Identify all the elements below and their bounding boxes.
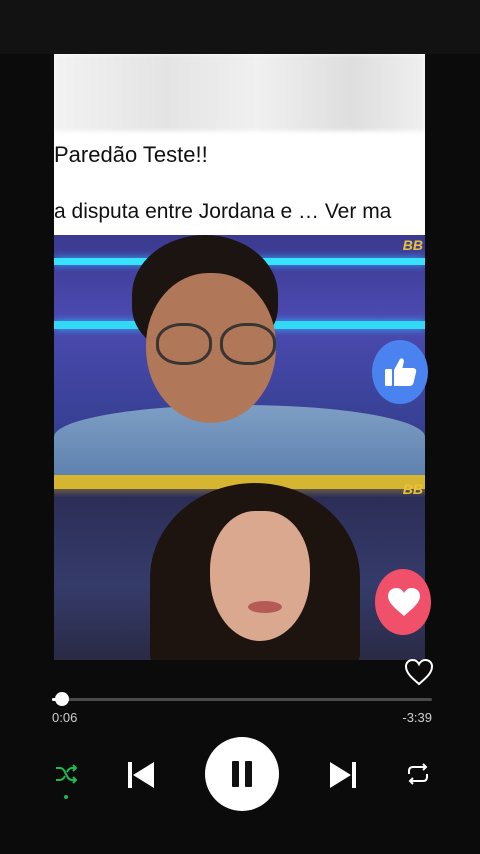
like-reaction-button[interactable] (372, 340, 428, 404)
denim-jacket (54, 405, 425, 475)
elapsed-time: 0:06 (52, 710, 78, 725)
next-track-icon[interactable] (328, 760, 358, 790)
previous-track-icon[interactable] (126, 760, 156, 790)
thumbs-up-icon (385, 358, 417, 386)
face (210, 511, 310, 641)
pause-icon (232, 761, 252, 787)
blurred-header (54, 54, 425, 131)
status-bar (0, 0, 480, 54)
remaining-time: -3:39 (402, 710, 432, 725)
repeat-icon[interactable] (405, 762, 431, 786)
show-logo: BB (402, 481, 423, 497)
lips (248, 601, 282, 613)
contestant-photo-top: BB (54, 235, 425, 475)
contestant-photo-bottom: BB (54, 475, 425, 660)
post-description[interactable]: a disputa entre Jordana e … Ver ma (54, 200, 391, 224)
heart-icon (388, 588, 420, 616)
progress-thumb[interactable] (55, 692, 70, 706)
pause-button[interactable] (205, 737, 279, 811)
show-logo: BB (402, 237, 423, 253)
progress-bar[interactable] (52, 692, 432, 706)
like-song-heart-icon[interactable] (404, 658, 434, 686)
shuffle-active-dot (64, 795, 68, 799)
love-reaction-button[interactable] (375, 569, 431, 635)
shuffle-icon[interactable] (54, 762, 78, 786)
glasses (156, 323, 276, 365)
post-description-text: a disputa entre Jordana e … Ver ma (54, 200, 392, 223)
post-title: Paredão Teste!! (54, 142, 208, 167)
post-card: Paredão Teste!! a disputa entre Jordana … (54, 54, 425, 660)
